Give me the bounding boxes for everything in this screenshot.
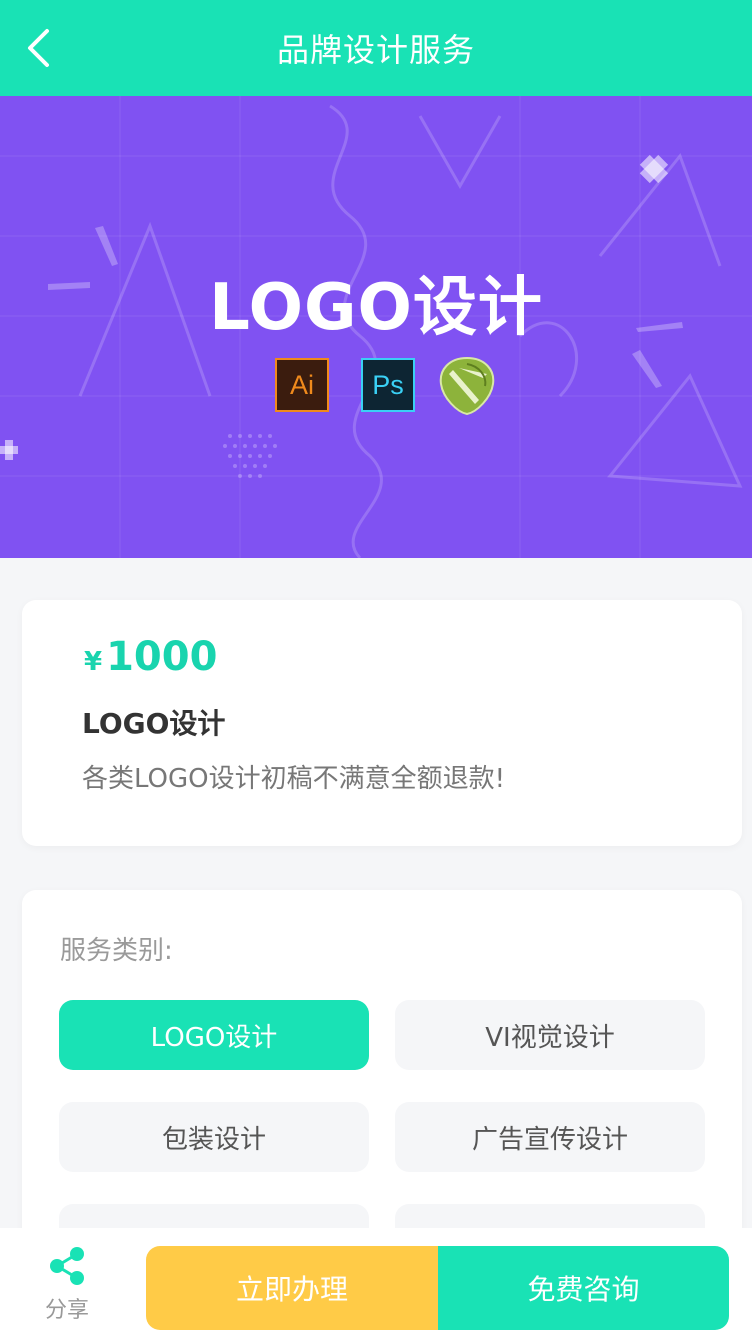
price: ¥ 1000 (84, 634, 217, 680)
product-description: 各类LOGO设计初稿不满意全额退款! (82, 764, 506, 794)
service-option-vi[interactable]: VI视觉设计 (395, 1000, 705, 1070)
back-button[interactable] (18, 28, 58, 68)
top-navigation-bar: 品牌设计服务 (0, 0, 752, 96)
currency-symbol: ¥ (84, 647, 103, 677)
service-category-label: 服务类别: (60, 936, 173, 966)
banner-title: LOGO设计 (209, 271, 543, 345)
hero-banner: LOGO设计 Ai Ps (0, 96, 752, 558)
share-icon (50, 1247, 84, 1285)
product-title: LOGO设计 (82, 707, 226, 740)
share-button[interactable]: 分享 (22, 1246, 112, 1326)
illustrator-icon: Ai (275, 358, 329, 412)
service-option-logo[interactable]: LOGO设计 (59, 1000, 369, 1070)
price-value: 1000 (106, 634, 218, 680)
coreldraw-icon (439, 356, 495, 416)
chevron-left-icon (28, 29, 49, 67)
page: 品牌设计服务 LOGO设计 Ai Ps ¥ 1000 LOGO设计 各类LOGO… (0, 0, 752, 1335)
free-consult-button[interactable]: 免费咨询 (438, 1246, 729, 1330)
share-label: 分享 (44, 1298, 89, 1323)
product-info-card: ¥ 1000 LOGO设计 各类LOGO设计初稿不满意全额退款! (22, 600, 742, 846)
page-title: 品牌设计服务 (276, 31, 475, 69)
apply-now-button[interactable]: 立即办理 (146, 1246, 438, 1330)
bottom-action-bar: 分享 立即办理 免费咨询 (0, 1228, 752, 1335)
photoshop-icon: Ps (361, 358, 415, 412)
design-tools: Ai Ps (0, 356, 752, 416)
service-option-packaging[interactable]: 包装设计 (59, 1102, 369, 1172)
service-option-advertising[interactable]: 广告宣传设计 (395, 1102, 705, 1172)
